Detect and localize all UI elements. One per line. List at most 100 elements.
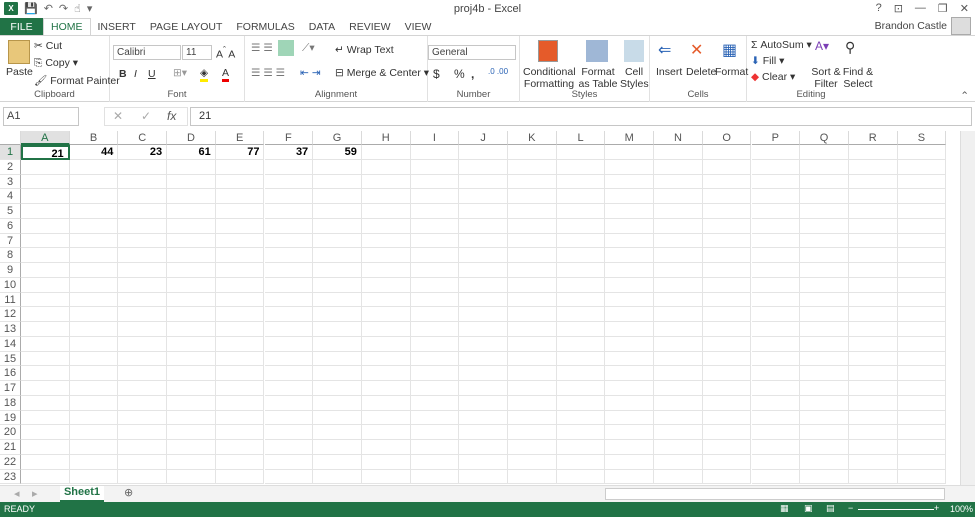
cell-K3[interactable]	[508, 174, 557, 190]
row-header[interactable]: 4	[0, 189, 21, 204]
cell-C8[interactable]	[118, 248, 168, 263]
cell-C23[interactable]	[118, 469, 168, 485]
cell-P2[interactable]	[751, 159, 801, 175]
help-icon[interactable]: ?	[876, 2, 882, 15]
row-header[interactable]: 5	[0, 204, 21, 219]
cell-R18[interactable]	[848, 395, 898, 411]
cell-N4[interactable]	[654, 189, 703, 204]
cell-M2[interactable]	[605, 159, 655, 175]
cell-B12[interactable]	[69, 307, 119, 322]
cell-N10[interactable]	[654, 277, 703, 293]
cell-R15[interactable]	[848, 351, 898, 367]
vertical-scrollbar[interactable]	[960, 131, 975, 485]
cell-A20[interactable]	[21, 425, 70, 440]
paste-icon[interactable]	[8, 40, 30, 64]
cell-I21[interactable]	[410, 440, 460, 455]
cell-L4[interactable]	[556, 189, 606, 204]
cell-M12[interactable]	[605, 307, 655, 322]
cell-L23[interactable]	[556, 469, 606, 485]
cell-J12[interactable]	[459, 307, 508, 322]
cell-C6[interactable]	[118, 218, 168, 234]
cell-G3[interactable]	[313, 174, 362, 190]
cell-P17[interactable]	[751, 381, 801, 396]
cell-C15[interactable]	[118, 351, 168, 367]
cell-K15[interactable]	[508, 351, 557, 367]
row-header[interactable]: 10	[0, 277, 21, 293]
tab-data[interactable]: DATA	[302, 18, 342, 35]
cell-Q12[interactable]	[800, 307, 849, 322]
cell-S7[interactable]	[897, 233, 947, 249]
cell-F9[interactable]	[264, 263, 314, 278]
column-header[interactable]: E	[215, 131, 265, 145]
cell-S1[interactable]	[897, 145, 947, 160]
cell-A2[interactable]	[21, 159, 70, 175]
row-header[interactable]: 15	[0, 351, 21, 367]
align-bottom-icon[interactable]	[278, 40, 294, 56]
cell-D18[interactable]	[167, 395, 216, 411]
cell-N17[interactable]	[654, 381, 703, 396]
cell-G10[interactable]	[313, 277, 362, 293]
cell-J2[interactable]	[459, 159, 508, 175]
cell-Q2[interactable]	[800, 159, 849, 175]
cell-L10[interactable]	[556, 277, 606, 293]
format-button[interactable]: Format	[715, 66, 748, 78]
cell-E5[interactable]	[215, 204, 265, 219]
cell-E1[interactable]: 77	[215, 145, 265, 160]
cell-F23[interactable]	[264, 469, 314, 485]
close-icon[interactable]: ✕	[960, 2, 969, 15]
font-color-icon[interactable]: A	[222, 67, 230, 82]
cell-Q4[interactable]	[800, 189, 849, 204]
cell-B5[interactable]	[69, 204, 119, 219]
cell-D13[interactable]	[167, 322, 216, 337]
cell-O19[interactable]	[702, 410, 752, 426]
cell-J8[interactable]	[459, 248, 508, 263]
cell-L2[interactable]	[556, 159, 606, 175]
cell-I15[interactable]	[410, 351, 460, 367]
cell-P7[interactable]	[751, 233, 801, 249]
cell-M4[interactable]	[605, 189, 655, 204]
cell-S23[interactable]	[897, 469, 947, 485]
cell-C16[interactable]	[118, 366, 168, 381]
cell-E19[interactable]	[215, 410, 265, 426]
cell-D11[interactable]	[167, 292, 216, 308]
cell-R10[interactable]	[848, 277, 898, 293]
cell-P16[interactable]	[751, 366, 801, 381]
cell-M23[interactable]	[605, 469, 655, 485]
grow-font-icon[interactable]: Aˆ A	[216, 45, 235, 61]
cell-R11[interactable]	[848, 292, 898, 308]
cell-P21[interactable]	[751, 440, 801, 455]
cell-N8[interactable]	[654, 248, 703, 263]
cell-K21[interactable]	[508, 440, 557, 455]
cell-G17[interactable]	[313, 381, 362, 396]
cell-N5[interactable]	[654, 204, 703, 219]
cell-B3[interactable]	[69, 174, 119, 190]
cell-M20[interactable]	[605, 425, 655, 440]
cell-I19[interactable]	[410, 410, 460, 426]
cell-D20[interactable]	[167, 425, 216, 440]
cell-R2[interactable]	[848, 159, 898, 175]
cell-I17[interactable]	[410, 381, 460, 396]
name-box[interactable]: A1	[3, 107, 79, 126]
cell-B4[interactable]	[69, 189, 119, 204]
cell-M11[interactable]	[605, 292, 655, 308]
cell-J17[interactable]	[459, 381, 508, 396]
cell-F18[interactable]	[264, 395, 314, 411]
tab-view[interactable]: VIEW	[398, 18, 439, 35]
decimal-icon[interactable]: .0 .00	[488, 67, 508, 76]
zoom-out-icon[interactable]: −	[848, 503, 853, 513]
cell-N6[interactable]	[654, 218, 703, 234]
cell-M7[interactable]	[605, 233, 655, 249]
cell-H4[interactable]	[361, 189, 411, 204]
row-header[interactable]: 21	[0, 440, 21, 455]
cell-N11[interactable]	[654, 292, 703, 308]
cell-I20[interactable]	[410, 425, 460, 440]
cell-F17[interactable]	[264, 381, 314, 396]
cell-F15[interactable]	[264, 351, 314, 367]
column-header[interactable]: G	[313, 131, 362, 145]
cell-R6[interactable]	[848, 218, 898, 234]
cell-M5[interactable]	[605, 204, 655, 219]
cell-S6[interactable]	[897, 218, 947, 234]
cell-J20[interactable]	[459, 425, 508, 440]
cell-M19[interactable]	[605, 410, 655, 426]
row-header[interactable]: 23	[0, 469, 21, 485]
